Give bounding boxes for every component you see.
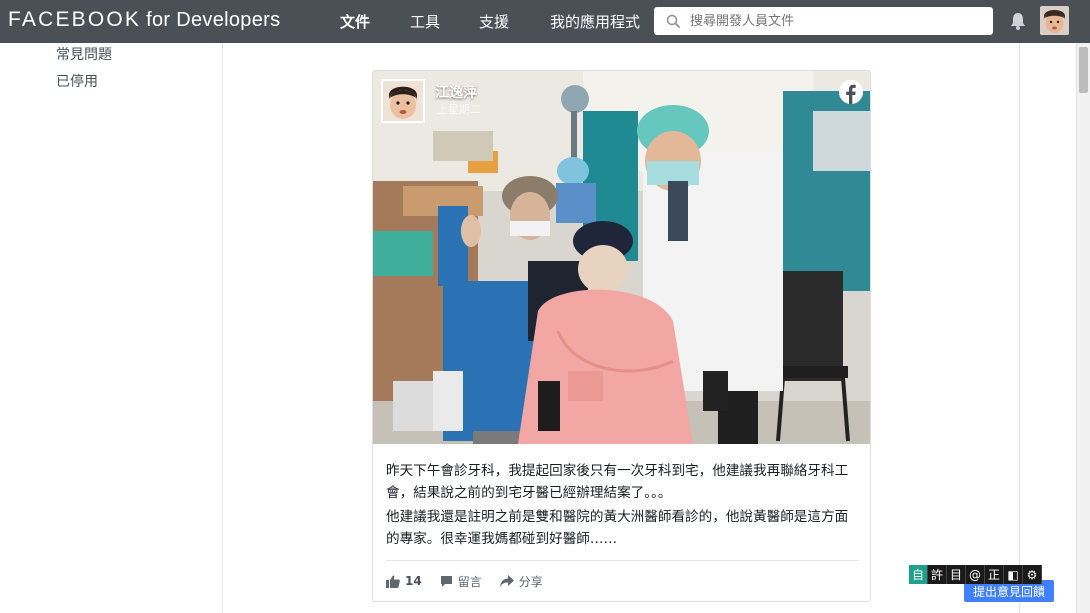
post-timestamp[interactable]: 上星期二 xyxy=(437,101,481,117)
comment-label: 留言 xyxy=(457,574,482,589)
ime-toolbar: 自 許 目 @ 正 ◧ ⚙ xyxy=(909,565,1042,584)
ime-button-4[interactable]: @ xyxy=(966,565,985,584)
ime-settings-icon[interactable]: ⚙ xyxy=(1023,565,1042,584)
user-avatar[interactable] xyxy=(1040,6,1069,35)
share-icon xyxy=(499,575,514,587)
ime-button-2[interactable]: 許 xyxy=(928,565,947,584)
embedded-post-card: 江逸萍 上星期二 昨天下午會診牙科，我提起回家後只有一次牙科到宅，他建議我再聯絡… xyxy=(372,70,871,602)
sidebar-item-faq[interactable]: 常見問題 xyxy=(56,44,112,64)
post-photo[interactable]: 江逸萍 上星期二 xyxy=(373,71,870,444)
notifications-bell-icon[interactable] xyxy=(1008,11,1028,31)
page-avatar[interactable] xyxy=(381,79,425,123)
sidebar-item-deprecated[interactable]: 已停用 xyxy=(56,71,98,91)
ime-button-3[interactable]: 目 xyxy=(947,565,966,584)
thumbs-up-icon xyxy=(386,575,400,588)
brand-sub-text: for Developers xyxy=(146,9,281,31)
content-right-border xyxy=(1019,43,1020,613)
post-divider xyxy=(386,560,858,561)
page-scrollbar[interactable] xyxy=(1076,43,1090,613)
top-navigation-bar: FACEBOOK for Developers 文件 工具 支援 我的應用程式 xyxy=(0,0,1090,43)
ime-button-5[interactable]: 正 xyxy=(985,565,1004,584)
scrollbar-thumb[interactable] xyxy=(1079,47,1088,93)
nav-docs[interactable]: 文件 xyxy=(340,11,370,32)
search-icon xyxy=(666,14,680,28)
facebook-developers-logo[interactable]: FACEBOOK for Developers xyxy=(8,8,280,32)
post-actions: 14 留言 分享 xyxy=(386,571,561,591)
ime-button-6[interactable]: ◧ xyxy=(1004,565,1023,584)
share-label: 分享 xyxy=(518,574,543,589)
search-input[interactable] xyxy=(690,13,980,29)
brand-main-text: FACEBOOK xyxy=(8,8,142,31)
nav-tools[interactable]: 工具 xyxy=(410,11,440,32)
facebook-logo-icon[interactable] xyxy=(839,80,863,104)
nav-my-apps[interactable]: 我的應用程式 xyxy=(550,11,640,32)
comment-icon xyxy=(440,575,452,587)
page-name[interactable]: 江逸萍 xyxy=(435,82,477,102)
nav-support[interactable]: 支援 xyxy=(479,11,509,32)
clinic-photo-illustration xyxy=(373,71,870,444)
post-paragraph-2: 他建議我還是註明之前是雙和醫院的黃大洲醫師看診的，他說黃醫師是這方面的專家。很幸… xyxy=(386,509,849,547)
like-button[interactable]: 14 xyxy=(386,574,422,588)
comment-button[interactable]: 留言 xyxy=(440,573,482,590)
post-paragraph-1: 昨天下午會診牙科，我提起回家後只有一次牙科到宅，他建議我再聯絡牙科工會，結果說之… xyxy=(386,463,849,501)
like-count: 14 xyxy=(405,574,422,588)
share-button[interactable]: 分享 xyxy=(499,573,543,590)
search-box[interactable] xyxy=(654,7,993,35)
ime-mode-button[interactable]: 自 xyxy=(909,565,928,584)
docs-sidebar: 常見問題 已停用 xyxy=(0,43,223,613)
